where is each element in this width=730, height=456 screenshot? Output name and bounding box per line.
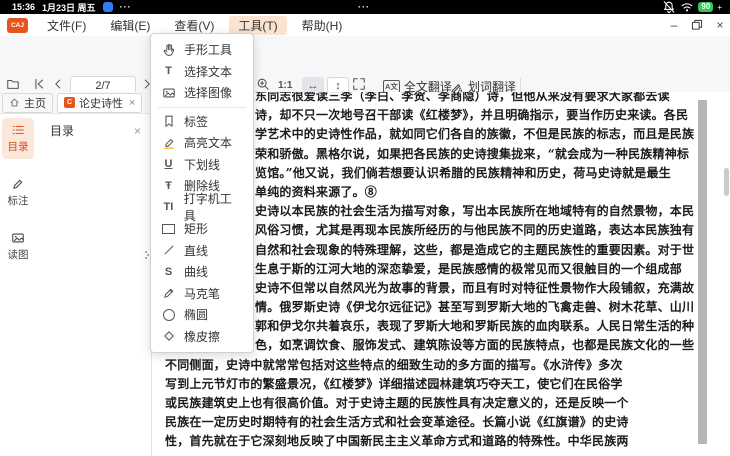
scrollbar-thumb[interactable] [724, 168, 729, 196]
menu-separator [158, 107, 246, 108]
strikethrough-icon: Ŧ [161, 180, 176, 192]
document-text-line: 写到上元节灯市的繁盛景况，《红楼梦》详细描述园林建筑巧夺天工，使它们在民俗学 [152, 375, 730, 394]
marker-icon [161, 286, 176, 300]
sidebar-item[interactable]: 目录 [2, 118, 34, 159]
zoom-in-icon [256, 77, 270, 91]
panel-title: 目录 [50, 122, 74, 139]
menu-item[interactable]: T 选择文本 [151, 61, 253, 83]
restore-icon [690, 18, 704, 32]
menu-bar-item[interactable]: 查看(V) [165, 16, 223, 35]
clock: 15:36 [12, 2, 35, 12]
home-icon [9, 97, 20, 108]
home-tab-label: 主页 [24, 95, 46, 111]
tab-close-icon[interactable]: × [129, 97, 135, 109]
menu-bar-item[interactable]: 帮助(H) [293, 16, 352, 35]
charging-icon: + [717, 3, 722, 12]
bookmark-icon [161, 114, 176, 128]
contents-panel: 目录 × [36, 114, 152, 456]
highlight-icon [161, 136, 176, 150]
battery-indicator: 90 [698, 2, 713, 12]
document-tab-label: 论史诗性 [79, 95, 123, 111]
tools-dropdown-menu: 手形工具 T 选择文本 选择图像 标签 高亮文本 U 下划线 Ŧ 删除线 TI [150, 33, 254, 353]
select-text-icon: T [161, 65, 176, 77]
sidebar: 目录 标注 读图 [0, 114, 36, 456]
menu-item[interactable]: 手形工具 [151, 39, 253, 61]
document-text-line: 性，首先就在于它深刻地反映了中国新民主主义革命方式和道路的特殊性。中华民族两 [152, 432, 730, 451]
first-page-icon [32, 77, 46, 91]
panel-resize-handle[interactable] [145, 250, 149, 261]
tab-bar: 主页 C 论史诗性 × [0, 92, 152, 114]
notifications-muted-icon [662, 0, 676, 14]
menu-item[interactable]: 马克笔 [151, 283, 253, 305]
panel-header: 目录 × [36, 114, 151, 145]
read-image-icon [11, 231, 25, 245]
menu-item[interactable]: TI 打字机工具 [151, 197, 253, 219]
fit-width-icon: ↔ [308, 80, 319, 92]
line-icon [161, 243, 176, 257]
menu-bar-item[interactable]: 工具(T) [229, 16, 286, 35]
fit-height-icon: ↕ [335, 80, 341, 92]
folder-icon [6, 77, 20, 91]
restore-button[interactable] [689, 17, 705, 33]
typewriter-icon: TI [161, 201, 176, 213]
status-dots-left: ··· [120, 2, 132, 12]
select-image-icon [161, 86, 176, 100]
curve-icon: S [161, 266, 176, 278]
caj-reader-window: 15:36 1月23日 周五 ··· ··· 90 + CAJ 文件(F) 编辑(… [0, 0, 730, 456]
document-text-line: 不同侧面，史诗中就常常包括对这些特点的细致生动的多方面的描写。《水浒传》多次 [152, 356, 730, 375]
page-edge-shadow [698, 100, 707, 444]
menu-items: 文件(F) 编辑(E) 查看(V) 工具(T) 帮助(H) [38, 16, 351, 35]
open-file-button[interactable] [6, 77, 20, 91]
menu-item[interactable]: 直线 [151, 240, 253, 262]
panel-close-icon[interactable]: × [134, 124, 141, 138]
eraser-icon [161, 329, 176, 343]
tab-document[interactable]: C 论史诗性 × [57, 93, 142, 113]
first-page-button[interactable] [32, 77, 46, 91]
document-text-line: 民族在一定历史时期特有的社会生活方式和社会变革途径。长篇小说《红旗谱》的史诗 [152, 413, 730, 432]
wifi-icon [680, 0, 694, 14]
actual-size-button[interactable]: 1:1 [278, 80, 292, 91]
toc-icon [11, 123, 25, 137]
menu-bar-item[interactable]: 文件(F) [38, 16, 95, 35]
status-dots-center: ··· [358, 2, 370, 12]
chevron-left-icon [51, 77, 65, 91]
caj-doc-icon: C [64, 97, 75, 108]
previous-page-button[interactable] [51, 77, 65, 91]
hand-icon [161, 43, 176, 57]
window-controls: – × [666, 14, 728, 36]
underline-icon: U [161, 158, 176, 170]
close-button[interactable]: × [712, 17, 728, 33]
menu-bar-item[interactable]: 编辑(E) [101, 16, 159, 35]
toolbar: 2/7 1:1 ↔ ↕ A文 全文翻译 A 划词翻译 T U S [0, 36, 730, 93]
menu-item[interactable]: S 曲线 [151, 261, 253, 283]
date: 1月23日 周五 [42, 1, 96, 14]
fullscreen-icon [352, 77, 366, 91]
caj-logo: CAJ [7, 18, 28, 33]
sidebar-item[interactable]: 读图 [2, 226, 34, 267]
tab-home[interactable]: 主页 [2, 93, 53, 113]
menu-bar: CAJ 文件(F) 编辑(E) 查看(V) 工具(T) 帮助(H) – × [0, 14, 730, 37]
zoom-in-button[interactable] [256, 77, 270, 91]
menu-item[interactable]: 高亮文本 [151, 132, 253, 154]
menu-item[interactable]: U 下划线 [151, 154, 253, 176]
sidebar-item[interactable]: 标注 [2, 172, 34, 213]
system-status-bar: 15:36 1月23日 周五 ··· ··· 90 + [0, 0, 730, 14]
menu-item[interactable]: 选择图像 [151, 82, 253, 104]
background-app-icon [103, 2, 113, 12]
menu-item[interactable]: 椭圆 [151, 304, 253, 326]
ellipse-icon [161, 309, 176, 321]
document-text-line: 或民族建筑史上也有很高价值。对于史诗主题的民族性具有决定意义的，还是反映一个 [152, 394, 730, 413]
rect-icon [161, 224, 176, 234]
menu-item[interactable]: 标签 [151, 111, 253, 133]
annotate-icon [11, 177, 25, 191]
menu-item[interactable]: 橡皮擦 [151, 326, 253, 348]
minimize-button[interactable]: – [666, 17, 682, 33]
fullscreen-button[interactable] [352, 77, 366, 91]
